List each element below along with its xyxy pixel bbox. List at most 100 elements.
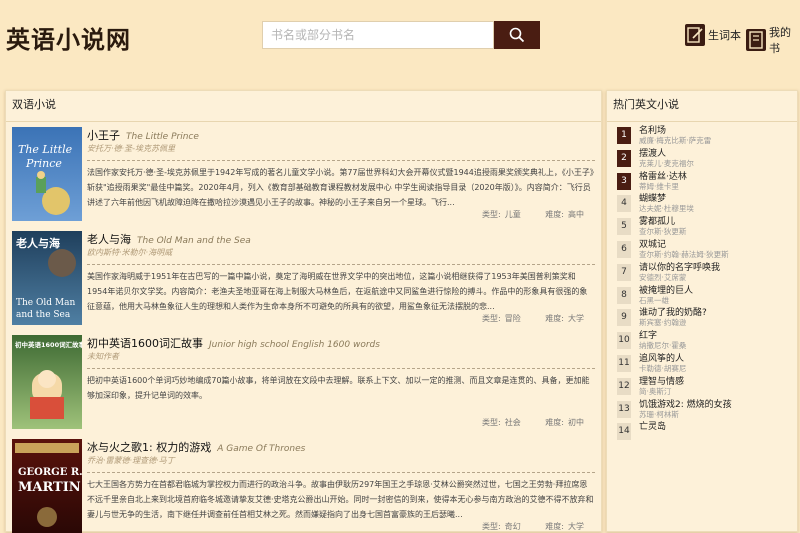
vocab-label: 生词本 bbox=[708, 29, 741, 42]
hot-novel-item[interactable]: 13 饥饿游戏2: 燃烧的女孩 苏珊·柯林斯 bbox=[613, 397, 793, 419]
type-label: 类型: bbox=[482, 210, 501, 219]
book-meta: 类型: 儿童 难度: 高中 bbox=[478, 209, 584, 220]
rank-badge: 4 bbox=[617, 195, 631, 213]
rank-badge: 1 bbox=[617, 127, 631, 144]
site-logo[interactable]: 英语小说网 bbox=[6, 20, 131, 55]
hot-novel-author: 纳撒尼尔·霍桑 bbox=[639, 341, 687, 351]
hot-novel-author: 蒂姆·维卡里 bbox=[639, 181, 679, 191]
book-title-en: A Game Of Thrones bbox=[217, 444, 306, 454]
svg-text:GEORGE R.R.: GEORGE R.R. bbox=[18, 467, 82, 478]
book-title-en: The Old Man and the Sea bbox=[137, 236, 251, 246]
book-description: 美国作家海明威于1951年在古巴写的一篇中篇小说，奠定了海明威在世界文学中的突出… bbox=[87, 264, 595, 314]
difficulty-label: 难度: bbox=[545, 418, 564, 427]
hot-novels-panel: 热门英文小说 1 名利场 威廉·梅克比斯·萨克雷 2 摆渡人 克莱儿·麦克福尔 3 格雷丝·达… bbox=[606, 90, 798, 532]
type-label: 类型: bbox=[482, 314, 501, 323]
book-author: 安托万·德·圣-埃克苏佩里 bbox=[87, 144, 175, 153]
rank-badge: 3 bbox=[617, 172, 631, 190]
hot-novel-author: 简·奥斯汀 bbox=[639, 386, 672, 396]
header: 英语小说网 生词本 我的书 bbox=[0, 0, 800, 72]
vocab-link[interactable]: 生词本 bbox=[685, 24, 741, 46]
book-difficulty: 大学 bbox=[568, 314, 584, 323]
book-type: 社会 bbox=[504, 418, 521, 427]
difficulty-label: 难度: bbox=[545, 314, 564, 323]
hot-novel-author: 查尔斯·约翰·赫法姆·狄更斯 bbox=[639, 250, 729, 259]
hot-novel-title[interactable]: 亡灵岛 bbox=[639, 419, 666, 432]
section-title: 双语小说 bbox=[6, 91, 601, 122]
hot-novel-author: 查尔斯·狄更斯 bbox=[639, 227, 687, 237]
search-bar bbox=[262, 21, 540, 49]
hot-novel-author: 苏珊·柯林斯 bbox=[639, 409, 679, 419]
book-title[interactable]: 初中英语1600词汇故事 bbox=[87, 337, 203, 350]
book-type: 儿童 bbox=[504, 210, 521, 219]
rank-badge: 6 bbox=[617, 241, 631, 258]
hot-novel-item[interactable]: 8 被掩埋的巨人 石黑一雄 bbox=[613, 283, 793, 305]
hot-novel-item[interactable]: 3 格雷丝·达林 蒂姆·维卡里 bbox=[613, 169, 793, 191]
hot-novel-author: 克莱儿·麦克福尔 bbox=[639, 158, 694, 168]
book-author: 乔治·雷蒙德·理查德·马丁 bbox=[87, 456, 175, 465]
hot-novel-author: 石黑一雄 bbox=[639, 295, 669, 305]
hot-novel-item[interactable]: 6 双城记 查尔斯·约翰·赫法姆·狄更斯 bbox=[613, 237, 793, 259]
bilingual-novels-panel: 双语小说 The Little Prince 小王子 The Little Prin… bbox=[5, 90, 602, 533]
rank-badge: 2 bbox=[617, 149, 631, 167]
book-type: 冒险 bbox=[504, 314, 521, 323]
difficulty-label: 难度: bbox=[545, 522, 564, 531]
hot-novel-author: 威廉·梅克比斯·萨克雷 bbox=[639, 136, 712, 145]
book-meta: 类型: 奇幻 难度: 大学 bbox=[478, 521, 584, 532]
svg-text:The Little: The Little bbox=[18, 143, 73, 156]
rank-badge: 12 bbox=[617, 377, 631, 395]
book-description: 法国作家安托万·德·圣-埃克苏佩里于1942年写成的著名儿童文学小说。第77届世… bbox=[87, 160, 595, 210]
book-difficulty: 大学 bbox=[568, 522, 584, 531]
book-author: 未知作者 bbox=[87, 352, 119, 361]
book-cover[interactable]: 老人与海 The Old Man and the Sea bbox=[12, 231, 82, 325]
sidebar-title: 热门英文小说 bbox=[607, 91, 797, 122]
type-label: 类型: bbox=[482, 418, 501, 427]
search-input[interactable] bbox=[262, 21, 494, 49]
book-cover[interactable]: The Little Prince bbox=[12, 127, 82, 221]
hot-novel-item[interactable]: 12 理智与情感 简·奥斯汀 bbox=[613, 374, 793, 396]
book-meta: 类型: 社会 难度: 初中 bbox=[478, 417, 584, 428]
hot-novel-author: 卡勒德·胡赛尼 bbox=[639, 364, 687, 373]
rank-badge: 13 bbox=[617, 400, 631, 418]
book-title[interactable]: 冰与火之歌1: 权力的游戏 bbox=[87, 441, 211, 454]
my-books-link[interactable]: 我的书 bbox=[746, 24, 800, 56]
svg-text:Prince: Prince bbox=[25, 157, 62, 170]
hot-novel-item[interactable]: 9 谁动了我的奶酪? 斯宾塞·约翰逊 bbox=[613, 305, 793, 327]
rank-badge: 11 bbox=[617, 355, 631, 372]
book-difficulty: 高中 bbox=[568, 210, 584, 219]
book-meta: 类型: 冒险 难度: 大学 bbox=[478, 313, 584, 324]
book-author: 欧内斯特·米勒尔·海明威 bbox=[87, 248, 173, 257]
book-icon bbox=[746, 29, 766, 51]
book-difficulty: 初中 bbox=[568, 418, 584, 427]
hot-novel-item[interactable]: 4 蝴蝶梦 达夫妮·杜穆里埃 bbox=[613, 191, 793, 213]
hot-novel-item[interactable]: 10 红字 纳撒尼尔·霍桑 bbox=[613, 328, 793, 350]
svg-text:The Old Man: The Old Man bbox=[16, 298, 75, 308]
rank-badge: 14 bbox=[617, 423, 631, 441]
svg-text:初中英语1600词汇故事: 初中英语1600词汇故事 bbox=[15, 340, 82, 349]
book-title-en: The Little Prince bbox=[126, 132, 199, 142]
book-title-en: Junior high school English 1600 words bbox=[209, 340, 380, 350]
book-cover[interactable]: 初中英语1600词汇故事 bbox=[12, 335, 82, 429]
rank-badge: 5 bbox=[617, 218, 631, 236]
rank-badge: 9 bbox=[617, 309, 631, 327]
hot-novel-item[interactable]: 2 摆渡人 克莱儿·麦克福尔 bbox=[613, 146, 793, 168]
svg-text:MARTIN: MARTIN bbox=[18, 480, 81, 495]
book-type: 奇幻 bbox=[504, 522, 521, 531]
difficulty-label: 难度: bbox=[545, 210, 564, 219]
book-title[interactable]: 小王子 bbox=[87, 129, 120, 142]
hot-novel-author: 达夫妮·杜穆里埃 bbox=[639, 204, 694, 214]
search-icon bbox=[509, 27, 525, 43]
hot-novel-item[interactable]: 11 追风筝的人 卡勒德·胡赛尼 bbox=[613, 351, 793, 373]
svg-text:老人与海: 老人与海 bbox=[15, 236, 60, 250]
type-label: 类型: bbox=[482, 522, 501, 531]
hot-novel-item[interactable]: 1 名利场 威廉·梅克比斯·萨克雷 bbox=[613, 123, 793, 145]
book-cover[interactable]: GEORGE R.R. MARTIN bbox=[12, 439, 82, 533]
hot-novel-item[interactable]: 14 亡灵岛 bbox=[613, 419, 793, 441]
search-button[interactable] bbox=[494, 21, 540, 49]
book-title[interactable]: 老人与海 bbox=[87, 233, 131, 246]
svg-text:and the Sea: and the Sea bbox=[16, 310, 71, 320]
rank-badge: 10 bbox=[617, 332, 631, 350]
hot-novel-item[interactable]: 5 雾都孤儿 查尔斯·狄更斯 bbox=[613, 214, 793, 236]
hot-novel-item[interactable]: 7 请以你的名字呼唤我 安德烈·艾席蒙 bbox=[613, 260, 793, 282]
hot-novel-author: 斯宾塞·约翰逊 bbox=[639, 318, 687, 328]
my-books-label: 我的书 bbox=[769, 26, 791, 55]
